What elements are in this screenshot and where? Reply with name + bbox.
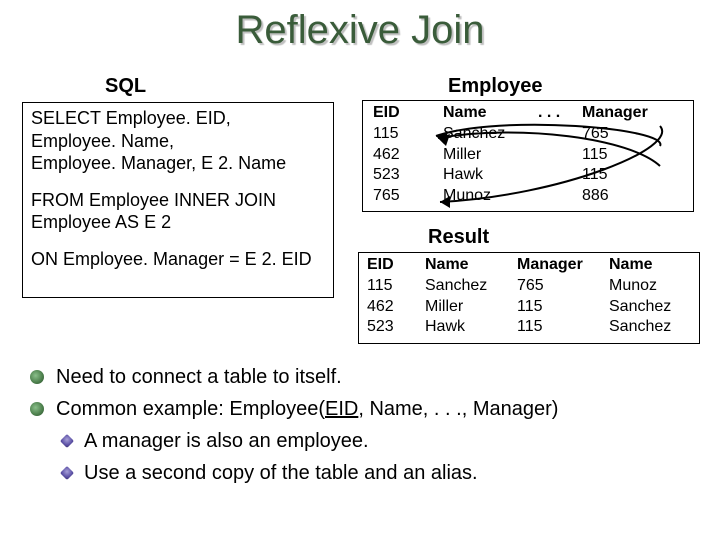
bullet-text: Need to connect a table to itself. bbox=[56, 362, 342, 392]
bullet-list: Need to connect a table to itself. Commo… bbox=[30, 362, 690, 490]
res-cell: Sanchez bbox=[609, 317, 699, 338]
emp-cell: 765 bbox=[578, 124, 677, 145]
bullet2-icon bbox=[60, 434, 74, 448]
bullet-text: Use a second copy of the table and an al… bbox=[84, 458, 478, 488]
employee-table: EID Name . . . Manager 115 Sanchez 765 4… bbox=[362, 100, 694, 212]
res-cell: 462 bbox=[359, 297, 425, 318]
bullet-text: Common example: Employee(EID, Name, . . … bbox=[56, 394, 558, 424]
res-cell: 765 bbox=[517, 276, 609, 297]
bullet-icon bbox=[30, 402, 44, 416]
emp-hdr-mgr: Manager bbox=[578, 103, 677, 124]
res-hdr-eid: EID bbox=[359, 255, 425, 276]
emp-hdr-name: Name bbox=[443, 103, 538, 124]
emp-cell: 115 bbox=[578, 145, 677, 166]
emp-cell: 115 bbox=[578, 165, 677, 186]
emp-cell: 523 bbox=[363, 165, 443, 186]
sql-box: SELECT Employee. EID, Employee. Name, Em… bbox=[22, 102, 334, 298]
res-cell: Sanchez bbox=[425, 276, 517, 297]
emp-cell: 462 bbox=[363, 145, 443, 166]
bullet-text: A manager is also an employee. bbox=[84, 426, 369, 456]
res-cell: Sanchez bbox=[609, 297, 699, 318]
res-cell: Hawk bbox=[425, 317, 517, 338]
res-hdr-mname: Name bbox=[609, 255, 699, 276]
emp-cell: Munoz bbox=[443, 186, 538, 207]
emp-cell: 886 bbox=[578, 186, 677, 207]
sql-on-line: ON Employee. Manager = E 2. EID bbox=[31, 249, 312, 269]
sql-from-line1: FROM Employee INNER JOIN bbox=[31, 190, 276, 210]
sql-heading: SQL bbox=[105, 75, 146, 98]
emp-cell: 765 bbox=[363, 186, 443, 207]
sql-from-line2: Employee AS E 2 bbox=[31, 212, 171, 232]
res-cell: 115 bbox=[359, 276, 425, 297]
result-table: EID Name Manager Name 115 Sanchez 765 Mu… bbox=[358, 252, 700, 344]
emp-cell: Hawk bbox=[443, 165, 538, 186]
sql-select-line3: Employee. Manager, E 2. Name bbox=[31, 153, 286, 173]
bullet2-icon bbox=[60, 466, 74, 480]
result-heading: Result bbox=[428, 226, 489, 249]
res-cell: 115 bbox=[517, 297, 609, 318]
sql-select-line2: Employee. Name, bbox=[31, 131, 174, 151]
emp-hdr-dots: . . . bbox=[538, 103, 578, 124]
slide-title: Reflexive Join bbox=[0, 8, 720, 53]
res-cell: Miller bbox=[425, 297, 517, 318]
res-cell: 523 bbox=[359, 317, 425, 338]
res-cell: Munoz bbox=[609, 276, 699, 297]
emp-cell: Miller bbox=[443, 145, 538, 166]
bullet-icon bbox=[30, 370, 44, 384]
res-hdr-mgr: Manager bbox=[517, 255, 609, 276]
employee-heading: Employee bbox=[448, 75, 542, 98]
sql-select-line1: SELECT Employee. EID, bbox=[31, 108, 231, 128]
emp-cell: 115 bbox=[363, 124, 443, 145]
res-cell: 115 bbox=[517, 317, 609, 338]
emp-hdr-eid: EID bbox=[363, 103, 443, 124]
emp-cell: Sanchez bbox=[443, 124, 538, 145]
res-hdr-name: Name bbox=[425, 255, 517, 276]
